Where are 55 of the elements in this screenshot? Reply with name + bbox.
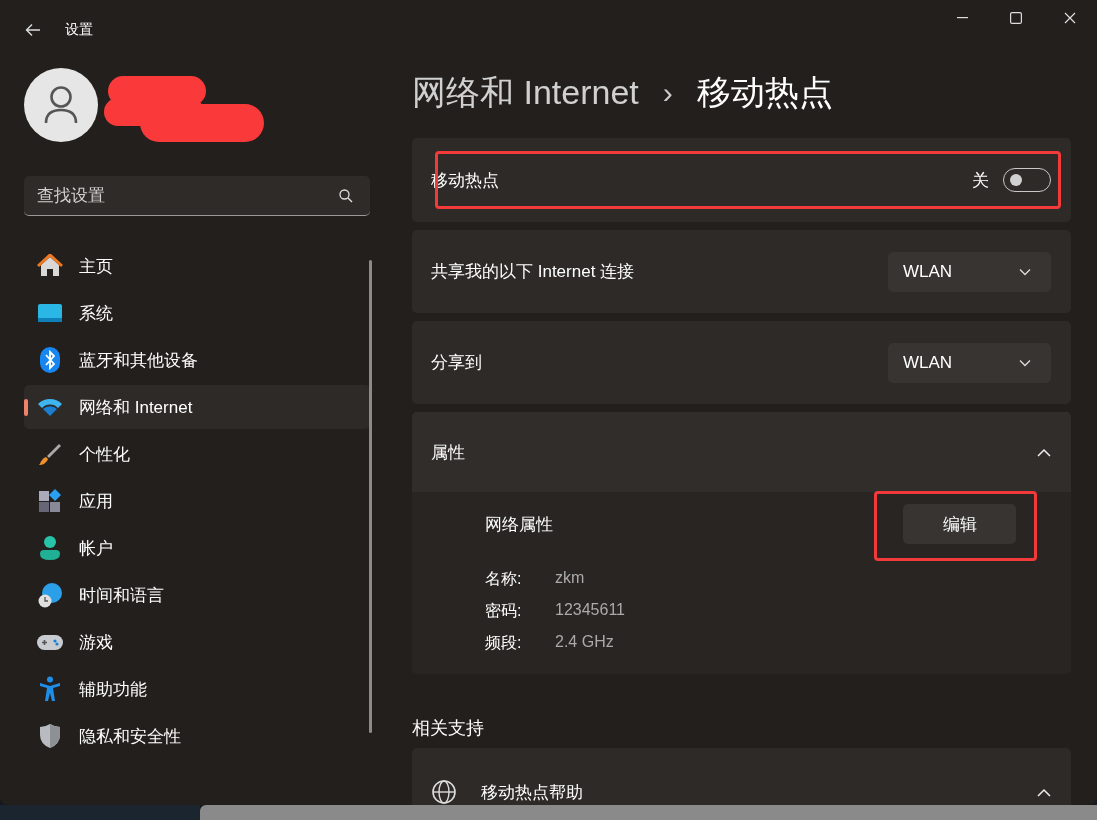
help-expander[interactable]: 移动热点帮助 bbox=[412, 748, 1071, 805]
sidebar-item[interactable]: 主页 bbox=[24, 244, 370, 288]
gamepad-icon bbox=[37, 633, 63, 651]
globe-icon bbox=[431, 779, 457, 805]
minimize-icon[interactable] bbox=[956, 17, 968, 19]
person-icon bbox=[39, 536, 61, 560]
scrollbar[interactable] bbox=[369, 260, 372, 733]
sidebar-item[interactable]: 系统 bbox=[24, 291, 370, 335]
chevron-up-icon bbox=[1037, 447, 1051, 457]
brush-icon bbox=[38, 442, 62, 466]
search-icon bbox=[339, 189, 353, 203]
chevron-down-icon bbox=[1019, 358, 1031, 367]
sidebar-item[interactable]: 时间和语言 bbox=[24, 573, 370, 617]
sidebar-item[interactable]: 应用 bbox=[24, 479, 370, 523]
breadcrumb-link[interactable]: 网络和 Internet bbox=[412, 70, 639, 116]
property-value: 12345611 bbox=[555, 601, 626, 620]
property-value: 2.4 GHz bbox=[555, 633, 615, 652]
property-name: 名称: bbox=[485, 569, 523, 589]
toggle-state-label: 关 bbox=[972, 169, 989, 192]
bluetooth-icon bbox=[40, 347, 60, 373]
sidebar-item[interactable]: 隐私和安全性 bbox=[24, 714, 370, 758]
sidebar-item[interactable]: 网络和 Internet bbox=[24, 385, 370, 429]
property-name: 频段: bbox=[485, 633, 523, 653]
sidebar-item[interactable]: 辅助功能 bbox=[24, 667, 370, 711]
chevron-up-icon bbox=[1037, 787, 1051, 797]
breadcrumb-separator: › bbox=[662, 76, 673, 110]
apps-icon bbox=[38, 489, 62, 513]
dropdown[interactable]: WLAN bbox=[888, 251, 1051, 292]
back-arrow-icon[interactable] bbox=[25, 23, 41, 37]
person-icon bbox=[44, 86, 78, 124]
wifi-icon bbox=[37, 397, 63, 417]
sidebar-item[interactable]: 游戏 bbox=[24, 620, 370, 664]
globe-clock-icon bbox=[37, 582, 63, 608]
sidebar-item[interactable]: 蓝牙和其他设备 bbox=[24, 338, 370, 382]
page-title: 移动热点 bbox=[696, 72, 833, 113]
section-subtitle: 网络属性 bbox=[485, 513, 553, 536]
property-name: 密码: bbox=[485, 601, 523, 621]
section-heading: 相关支持 bbox=[412, 717, 485, 740]
property-value: zkm bbox=[555, 569, 586, 588]
accessibility-icon bbox=[38, 676, 62, 702]
selection-indicator bbox=[24, 399, 28, 416]
close-icon[interactable] bbox=[1064, 12, 1076, 24]
window-title: 设置 bbox=[65, 21, 93, 39]
shield-icon bbox=[39, 723, 61, 749]
edit-button[interactable]: 编辑 bbox=[903, 504, 1016, 544]
chevron-down-icon bbox=[1019, 267, 1031, 276]
search-field[interactable]: 查找设置 bbox=[24, 176, 370, 216]
maximize-icon[interactable] bbox=[1010, 12, 1022, 24]
setting-label: 共享我的以下 Internet 连接 bbox=[431, 261, 635, 283]
sidebar-item[interactable]: 个性化 bbox=[24, 432, 370, 476]
home-icon bbox=[37, 254, 63, 278]
dropdown[interactable]: WLAN bbox=[888, 342, 1051, 383]
setting-label: 分享到 bbox=[431, 352, 482, 374]
sidebar-item[interactable]: 帐户 bbox=[24, 526, 370, 570]
monitor-icon bbox=[37, 302, 63, 324]
